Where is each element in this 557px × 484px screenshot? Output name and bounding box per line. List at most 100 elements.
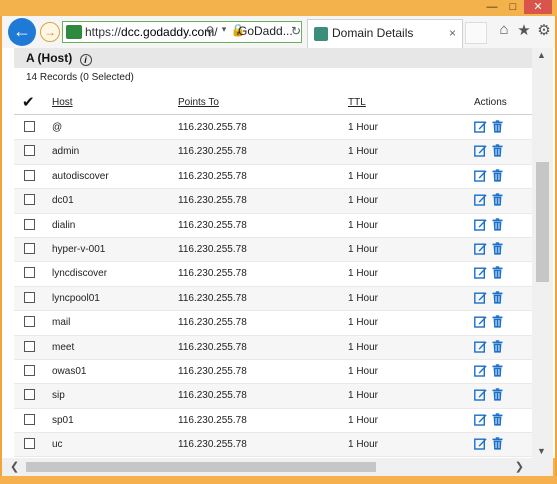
trash-icon[interactable] — [492, 242, 503, 255]
edit-icon[interactable] — [474, 144, 487, 158]
row-checkbox[interactable] — [24, 364, 35, 376]
trash-icon[interactable] — [492, 291, 503, 304]
host-cell: dc01 — [52, 195, 74, 207]
new-tab-button[interactable] — [465, 22, 487, 44]
scrollbar-corner — [532, 458, 553, 476]
edit-icon[interactable] — [474, 120, 487, 133]
table-row: uc 116.230.255.78 1 Hour — [14, 433, 532, 458]
host-cell: lyncpool01 — [52, 292, 100, 304]
edit-icon[interactable] — [474, 266, 487, 280]
table-row: autodiscover 116.230.255.78 1 Hour — [14, 165, 532, 190]
info-icon[interactable]: i — [79, 54, 92, 66]
column-header-ttl[interactable]: TTL — [348, 97, 366, 108]
edit-icon[interactable] — [474, 437, 487, 450]
ttl-cell: 1 Hour — [348, 390, 379, 402]
trash-icon[interactable] — [492, 193, 503, 206]
host-cell: meet — [52, 341, 75, 353]
trash-icon[interactable] — [492, 437, 503, 450]
horizontal-scroll-thumb[interactable] — [26, 462, 376, 472]
ttl-cell: 1 Hour — [348, 292, 379, 304]
row-checkbox[interactable] — [24, 413, 35, 425]
table-row: @116.230.255.78 1 Hour — [14, 116, 532, 141]
edit-icon[interactable] — [474, 193, 487, 206]
host-cell: lyncdiscover — [52, 268, 108, 280]
vertical-scrollbar[interactable]: ▲ ▼ — [532, 48, 553, 458]
trash-icon[interactable] — [492, 266, 503, 279]
column-header-points-to[interactable]: Points To — [178, 97, 219, 108]
row-checkbox[interactable] — [24, 291, 35, 303]
edit-icon[interactable] — [474, 169, 487, 182]
ttl-cell: 1 Hour — [348, 414, 379, 426]
points-to-cell: 116.230.255.78 — [178, 219, 247, 231]
favorites-star-icon[interactable]: ★ — [514, 21, 534, 39]
row-checkbox[interactable] — [24, 438, 35, 450]
row-checkbox[interactable] — [24, 145, 35, 157]
row-checkbox[interactable] — [24, 316, 35, 328]
host-cell: dialin — [52, 219, 76, 231]
close-window-icon[interactable]: ✕ — [524, 0, 552, 14]
edit-icon[interactable] — [474, 242, 487, 255]
host-cell: mail — [52, 317, 71, 329]
refresh-icon[interactable]: ↻ — [286, 24, 306, 38]
table-row: dc01 116.230.255.78 1 Hour — [14, 189, 532, 214]
edit-icon[interactable] — [474, 218, 487, 231]
trash-icon[interactable] — [492, 169, 503, 182]
edit-icon[interactable] — [474, 291, 487, 304]
gear-icon[interactable]: ⚙ — [534, 21, 554, 39]
tab-title: Domain Details — [332, 26, 414, 40]
row-checkbox[interactable] — [24, 242, 35, 254]
back-arrow-icon[interactable]: ← — [8, 18, 36, 46]
points-to-cell: 116.230.255.78 — [178, 365, 247, 377]
home-icon[interactable]: ⌂ — [494, 21, 514, 38]
trash-icon[interactable] — [492, 315, 503, 328]
column-header-actions: Actions — [474, 97, 507, 108]
site-icon — [66, 25, 82, 39]
tab-close-icon[interactable]: × — [449, 20, 456, 47]
host-cell: uc — [52, 439, 63, 451]
row-checkbox[interactable] — [24, 267, 35, 279]
trash-icon[interactable] — [492, 412, 503, 426]
row-checkbox[interactable] — [24, 169, 35, 181]
records-table: @116.230.255.78 1 Hour admin 116.230.255.78… — [14, 116, 532, 458]
edit-icon[interactable] — [474, 413, 487, 426]
forward-arrow-icon[interactable]: → — [40, 22, 60, 42]
row-checkbox[interactable] — [24, 218, 35, 230]
ttl-cell: 1 Hour — [348, 365, 379, 377]
maximize-icon[interactable]: □ — [503, 0, 523, 14]
edit-icon[interactable] — [474, 388, 487, 401]
table-row: mail 116.230.255.78 1 Hour — [14, 311, 532, 336]
title-bar: — □ ✕ — [0, 0, 557, 16]
edit-icon[interactable] — [474, 364, 487, 377]
section-header: A (Host) i — [14, 48, 532, 68]
row-checkbox[interactable] — [24, 389, 35, 401]
edit-icon[interactable] — [474, 315, 487, 328]
table-row: lyncdiscover 116.230.255.78 1 Hour — [14, 262, 532, 287]
table-row: lyncpool01 116.230.255.78 1 Hour — [14, 286, 532, 312]
column-header-host[interactable]: Host — [52, 97, 73, 108]
trash-icon[interactable] — [492, 217, 503, 231]
trash-icon[interactable] — [492, 364, 503, 377]
trash-icon[interactable] — [492, 120, 503, 133]
trash-icon[interactable] — [492, 144, 503, 157]
trash-icon[interactable] — [492, 339, 503, 353]
edit-icon[interactable] — [474, 340, 487, 353]
table-row: hyper-v-001 116.230.255.78 1 Hour — [14, 237, 532, 263]
horizontal-scrollbar[interactable]: ❮ ❯ — [2, 458, 532, 476]
scroll-down-icon[interactable]: ▼ — [537, 446, 546, 456]
tab-favicon-icon — [314, 27, 328, 41]
select-all-checkmark-icon[interactable]: ✔ — [22, 93, 35, 111]
records-summary: 14 Records (0 Selected) — [26, 72, 134, 83]
row-checkbox[interactable] — [24, 340, 35, 352]
vertical-scroll-thumb[interactable] — [536, 162, 549, 282]
minimize-icon[interactable]: — — [482, 0, 502, 14]
row-checkbox[interactable] — [24, 194, 35, 206]
tab-domain-details[interactable]: Domain Details × — [307, 19, 463, 48]
scroll-up-icon[interactable]: ▲ — [537, 50, 546, 60]
row-checkbox[interactable] — [24, 121, 35, 132]
host-cell: hyper-v-001 — [52, 243, 106, 255]
table-header: ✔ Host Points To TTL Actions — [14, 93, 532, 115]
scroll-left-icon[interactable]: ❮ — [10, 460, 19, 473]
trash-icon[interactable] — [492, 388, 503, 401]
host-cell: owas01 — [52, 365, 87, 377]
scroll-right-icon[interactable]: ❯ — [515, 460, 524, 473]
